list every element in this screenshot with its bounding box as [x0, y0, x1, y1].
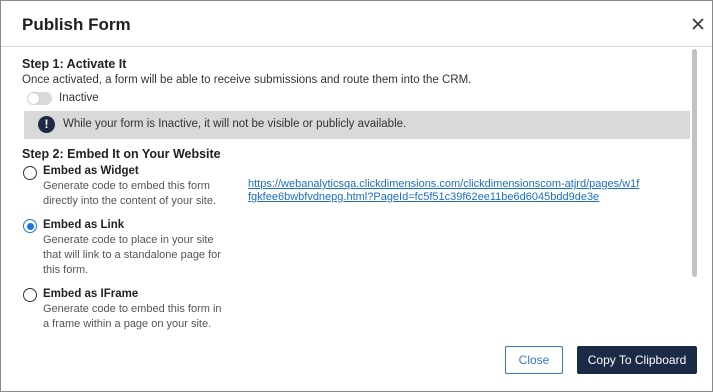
embed-link-url[interactable]: https://webanalyticsqa.clickdimensions.c… [248, 178, 639, 203]
option-link-desc: Generate code to place in your site that… [43, 233, 221, 278]
option-iframe-desc: Generate code to embed this form in a fr… [43, 302, 222, 332]
option-widget-title: Embed as Widget [43, 165, 139, 177]
copy-to-clipboard-button[interactable]: Copy To Clipboard [577, 346, 697, 374]
step1-heading: Step 1: Activate It [22, 57, 127, 71]
toggle-knob [28, 93, 39, 104]
step2-heading: Step 2: Embed It on Your Website [22, 147, 221, 161]
option-link-desc-line: that will link to a standalone page for [43, 249, 221, 261]
radio-embed-widget[interactable] [23, 166, 37, 180]
option-widget-desc-line: directly into the content of your site. [43, 195, 217, 207]
close-icon[interactable] [689, 15, 707, 33]
step1-description: Once activated, a form will be able to r… [22, 74, 472, 86]
publish-form-dialog: Publish Form Step 1: Activate It Once ac… [0, 0, 713, 392]
option-iframe-title: Embed as IFrame [43, 288, 139, 300]
close-button[interactable]: Close [505, 346, 563, 374]
option-link-desc-line: Generate code to place in your site [43, 234, 214, 246]
option-link-title: Embed as Link [43, 219, 125, 231]
toggle-label: Inactive [59, 92, 99, 104]
option-iframe-desc-line: Generate code to embed this form in [43, 303, 222, 315]
option-link-desc-line: this form. [43, 264, 89, 276]
radio-embed-iframe[interactable] [23, 288, 37, 302]
content-scrollbar-thumb[interactable] [692, 49, 697, 277]
exclamation-icon: ! [38, 116, 55, 133]
header-divider [1, 46, 712, 47]
active-toggle[interactable] [27, 92, 52, 105]
radio-embed-link[interactable] [23, 219, 37, 233]
info-banner-text: While your form is Inactive, it will not… [63, 118, 407, 130]
option-widget-desc-line: Generate code to embed this form [43, 180, 210, 192]
embed-link-line[interactable]: fgkfee6bwbfvdnepg.html?PageId=fc5f51c39f… [248, 191, 639, 203]
option-widget-desc: Generate code to embed this form directl… [43, 179, 216, 209]
option-iframe-desc-line: a frame within a page on your site. [43, 318, 212, 330]
embed-link-line[interactable]: https://webanalyticsqa.clickdimensions.c… [248, 178, 639, 190]
inactive-info-banner: ! While your form is Inactive, it will n… [24, 111, 690, 139]
dialog-title: Publish Form [22, 15, 131, 34]
